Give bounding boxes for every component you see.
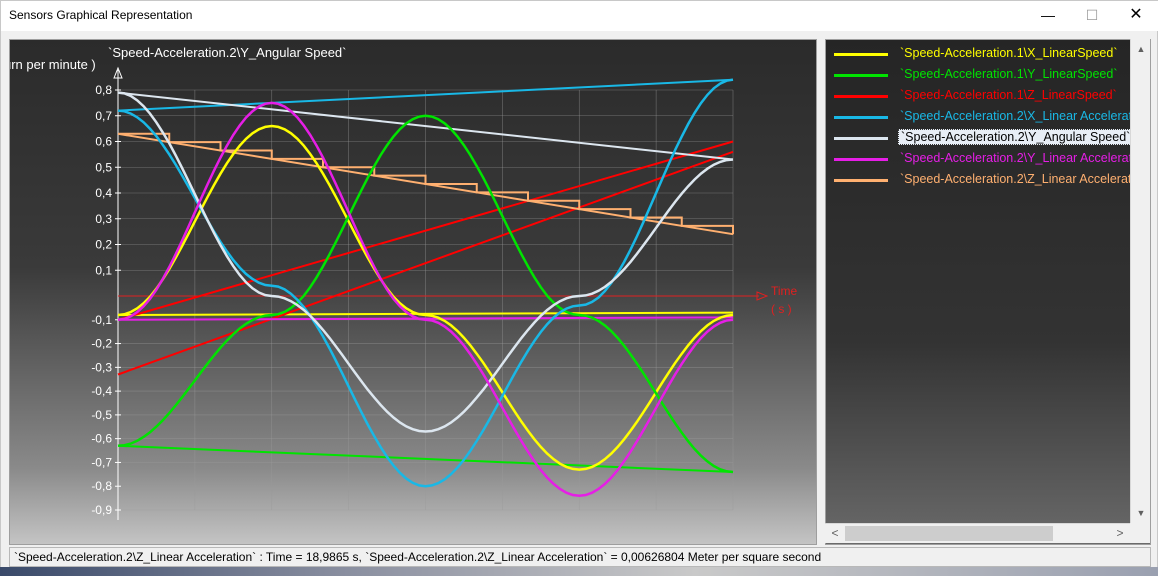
legend-item[interactable]: `Speed-Acceleration.2\Y_Linear Accelerat…: [830, 149, 1150, 169]
horizontal-scroll-thumb[interactable]: [845, 526, 1053, 541]
legend-label: `Speed-Acceleration.1\X_LinearSpeed`: [900, 46, 1118, 60]
y-tick-label: -0,3: [91, 360, 112, 374]
legend-swatch: [834, 116, 888, 119]
y-tick-label: -0,1: [91, 313, 112, 327]
graph-panel[interactable]: 0,8 0,7 0,6 0,5 0,4 0,3 0,2 0,1 -0,1 -0,2 -0,3 -0,4…: [9, 39, 817, 545]
legend-label: `Speed-Acceleration.1\Y_LinearSpeed`: [900, 67, 1118, 81]
scroll-up-arrow-icon[interactable]: ▲: [1131, 39, 1151, 59]
legend-item[interactable]: `Speed-Acceleration.2\Z_Linear Accelerat…: [830, 170, 1150, 190]
window-title: Sensors Graphical Representation: [9, 8, 193, 22]
y-tick-label: 0,5: [95, 160, 112, 174]
chart[interactable]: 0,8 0,7 0,6 0,5 0,4 0,3 0,2 0,1 -0,1 -0,2 -0,3 -0,4…: [10, 40, 817, 545]
close-button[interactable]: ✕: [1113, 1, 1158, 31]
legend-horizontal-scrollbar[interactable]: < >: [825, 523, 1130, 543]
legend-swatch: [834, 158, 888, 161]
legend-swatch: [834, 53, 888, 56]
legend-item[interactable]: `Speed-Acceleration.2\X_Linear Accelerat…: [830, 107, 1150, 127]
legend-swatch: [834, 74, 888, 77]
legend-swatch: [834, 179, 888, 182]
legend-label: `Speed-Acceleration.2\Y_Angular Speed`: [898, 129, 1134, 145]
status-text: `Speed-Acceleration.2\Z_Linear Accelerat…: [14, 550, 822, 564]
y-tick-label: -0,7: [91, 455, 112, 469]
y-tick-label: 0,6: [95, 135, 112, 149]
legend-swatch: [834, 95, 888, 98]
y-tick-label: -0,5: [91, 408, 112, 422]
y-tick-label: 0,8: [95, 83, 112, 97]
y-axis-label: urn per minute ): [10, 57, 96, 72]
legend-label: `Speed-Acceleration.2\X_Linear Accelerat…: [900, 109, 1151, 123]
taskbar-strip: [0, 567, 1158, 576]
legend-panel[interactable]: `Speed-Acceleration.1\X_LinearSpeed` `Spe…: [825, 39, 1151, 545]
legend-item[interactable]: `Speed-Acceleration.1\Y_LinearSpeed`: [830, 65, 1150, 85]
scroll-left-arrow-icon[interactable]: <: [825, 524, 845, 544]
legend-label: `Speed-Acceleration.2\Y_Linear Accelerat…: [900, 151, 1151, 165]
y-tick-label: 0,3: [95, 212, 112, 226]
scrollbar-corner: [1130, 523, 1150, 543]
maximize-button[interactable]: ☐: [1069, 1, 1115, 31]
y-tick-label: 0,2: [95, 238, 112, 252]
legend-swatch: [834, 137, 888, 140]
legend-item[interactable]: `Speed-Acceleration.2\Y_Angular Speed`: [830, 128, 1150, 148]
x-axis-label: Time: [771, 284, 798, 298]
scroll-right-arrow-icon[interactable]: >: [1110, 524, 1130, 544]
status-bar: `Speed-Acceleration.2\Z_Linear Accelerat…: [9, 547, 1151, 567]
y-tick-label: 0,4: [95, 186, 112, 200]
chart-title: `Speed-Acceleration.2\Y_Angular Speed`: [108, 45, 346, 60]
legend-label: `Speed-Acceleration.2\Z_Linear Accelerat…: [900, 172, 1151, 186]
y-tick-label: -0,9: [91, 503, 112, 517]
legend-item[interactable]: `Speed-Acceleration.1\X_LinearSpeed`: [830, 44, 1150, 64]
y-tick-label: -0,8: [91, 479, 112, 493]
minimize-button[interactable]: —: [1025, 1, 1071, 31]
x-axis-unit: ( s ): [771, 302, 792, 316]
scroll-down-arrow-icon[interactable]: ▼: [1131, 503, 1151, 523]
title-bar: Sensors Graphical Representation — ☐ ✕: [1, 1, 1158, 31]
y-tick-label: -0,6: [91, 432, 112, 446]
legend-vertical-scrollbar[interactable]: ▲ ▼: [1130, 39, 1150, 523]
y-tick-label: -0,4: [91, 384, 112, 398]
y-tick-label: 0,1: [95, 263, 112, 277]
y-tick-label: 0,7: [95, 109, 112, 123]
y-tick-label: -0,2: [91, 337, 112, 351]
legend-label: `Speed-Acceleration.1\Z_LinearSpeed`: [900, 88, 1117, 102]
sensor-graph-window: Sensors Graphical Representation — ☐ ✕ 0…: [0, 0, 1158, 576]
legend-item[interactable]: `Speed-Acceleration.1\Z_LinearSpeed`: [830, 86, 1150, 106]
